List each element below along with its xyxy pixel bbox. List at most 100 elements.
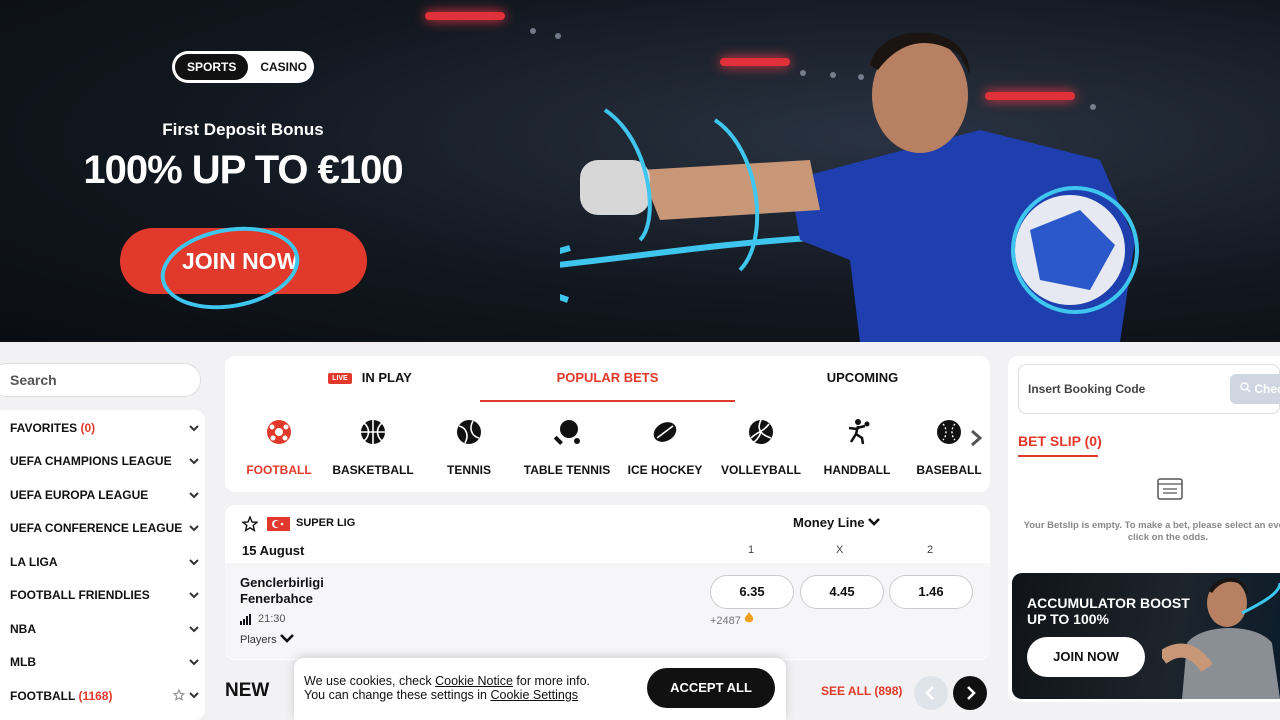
odds-col-2: 2 [927, 544, 934, 556]
league-item-friendlies[interactable]: FOOTBALL FRIENDLIES [10, 585, 200, 605]
sport-table-tennis[interactable]: TABLE TENNIS [519, 418, 615, 477]
handball-icon [848, 419, 870, 445]
sport-football[interactable]: FOOTBALL [231, 418, 327, 477]
betslip-underline [1018, 455, 1098, 457]
more-markets-count: +2487 [710, 615, 741, 627]
see-all-link[interactable]: SEE ALL (898) [821, 684, 902, 698]
sport-handball[interactable]: HANDBALL [809, 418, 905, 477]
odds-col-1: 1 [748, 544, 755, 556]
tab-upcoming[interactable]: UPCOMING [735, 370, 990, 385]
promo-title: ACCUMULATOR BOOST UP TO 100% [1027, 595, 1190, 627]
chevron-left-icon [925, 686, 934, 700]
league-label: UEFA CONFERENCE LEAGUE [10, 521, 183, 535]
sport-label: BASKETBALL [332, 463, 414, 477]
league-label: UEFA EUROPA LEAGUE [10, 488, 149, 502]
cookie-settings-link[interactable]: Cookie Settings [490, 688, 578, 702]
cookie-banner: We use cookies, check Cookie Notice for … [294, 658, 786, 720]
promo-title-line2: UP TO 100% [1027, 611, 1109, 627]
sport-ice-hockey[interactable]: ICE HOCKEY [617, 418, 713, 477]
hero-subtitle: First Deposit Bonus [162, 120, 324, 139]
tab-popular-bets[interactable]: POPULAR BETS [480, 370, 735, 385]
stadium-light [530, 28, 536, 34]
league-item-uel[interactable]: UEFA EUROPA LEAGUE [10, 485, 200, 505]
league-item-mlb[interactable]: MLB [10, 652, 200, 672]
league-label: LA LIGA [10, 555, 58, 569]
sport-basketball[interactable]: BASKETBALL [325, 418, 421, 477]
sports-casino-toggle[interactable]: SPORTS CASINO [172, 51, 314, 83]
star-outline-icon[interactable] [172, 688, 185, 701]
league-label: NBA [10, 622, 36, 636]
active-tab-indicator [480, 400, 735, 402]
match-card: SUPER LIG Money Line 15 August 1 X 2 Gen… [225, 505, 990, 660]
market-select[interactable]: Money Line [793, 515, 881, 530]
toggle-sports[interactable]: SPORTS [175, 54, 249, 80]
league-count: (0) [80, 421, 96, 435]
league-item-favorites[interactable]: FAVORITES (0) [10, 418, 200, 438]
prev-button[interactable] [914, 676, 948, 710]
league-label-text: FOOTBALL [10, 689, 76, 703]
basketball-icon [361, 420, 385, 444]
sport-label: HANDBALL [823, 463, 891, 477]
league-item-ucl[interactable]: UEFA CHAMPIONS LEAGUE [10, 451, 200, 471]
toggle-casino[interactable]: CASINO [248, 54, 319, 80]
sport-tennis[interactable]: TENNIS [421, 418, 517, 477]
stats-icon [240, 614, 251, 625]
market-label: Money Line [793, 515, 865, 530]
chevron-right-icon[interactable] [968, 428, 984, 448]
turkey-flag-icon [267, 517, 290, 531]
sport-label: ICE HOCKEY [627, 463, 703, 477]
betslip-empty-icon [1157, 478, 1183, 500]
check-label: Check [1254, 382, 1280, 396]
sport-label: BASEBALL [916, 463, 982, 477]
chevron-down-icon [189, 659, 199, 666]
match-time: 21:30 [258, 613, 286, 625]
live-badge: LIVE [328, 373, 352, 385]
accept-all-button[interactable]: ACCEPT ALL [647, 668, 775, 708]
star-outline-icon[interactable] [242, 516, 258, 532]
league-item-football[interactable]: FOOTBALL (1168) [10, 686, 200, 706]
chevron-down-icon [189, 592, 199, 599]
odds-button-draw[interactable]: 4.45 [800, 575, 884, 609]
search-input[interactable]: Search [0, 363, 201, 397]
betslip-title[interactable]: BET SLIP (0) [1018, 433, 1102, 449]
players-toggle[interactable]: Players [240, 633, 294, 646]
hero-title: 100% UP TO €100 [83, 148, 403, 192]
league-count: (1168) [78, 689, 113, 703]
next-button[interactable] [953, 676, 987, 710]
search-icon [1240, 382, 1251, 393]
player-illustration [560, 32, 1139, 342]
sports-tabs-panel: LIVE IN PLAY POPULAR BETS UPCOMING FOOTBA… [225, 356, 990, 492]
check-button[interactable]: Check [1230, 374, 1280, 404]
football-icon [267, 420, 291, 444]
league-list: FAVORITES (0) UEFA CHAMPIONS LEAGUE UEFA… [0, 410, 205, 720]
league-item-uecl[interactable]: UEFA CONFERENCE LEAGUE [10, 518, 200, 538]
promo-title-line1: ACCUMULATOR BOOST [1027, 595, 1190, 611]
league-item-laliga[interactable]: LA LIGA [10, 552, 200, 572]
hero-banner: SPORTS CASINO First Deposit Bonus 100% U… [0, 0, 1280, 342]
cookie-notice-link[interactable]: Cookie Notice [435, 674, 513, 688]
promo-player-image [1162, 577, 1280, 699]
chevron-down-icon [189, 525, 199, 532]
cookie-text: You can change these settings in [304, 688, 491, 702]
tab-in-play[interactable]: LIVE IN PLAY [310, 370, 430, 385]
accumulator-boost-promo[interactable]: ACCUMULATOR BOOST UP TO 100% JOIN NOW [1012, 573, 1280, 699]
fire-icon [744, 612, 754, 623]
league-label: FAVORITES (0) [10, 421, 95, 435]
new-section-title: NEW [225, 680, 270, 701]
sport-label: VOLLEYBALL [721, 463, 801, 477]
tab-label: IN PLAY [361, 370, 412, 385]
league-item-nba[interactable]: NBA [10, 619, 200, 639]
chevron-down-icon [189, 559, 199, 566]
more-markets[interactable]: +2487 [710, 612, 754, 627]
table-tennis-icon [553, 420, 580, 445]
odds-button-home[interactable]: 6.35 [710, 575, 794, 609]
sport-volleyball[interactable]: VOLLEYBALL [713, 418, 809, 477]
promo-join-button[interactable]: JOIN NOW [1027, 637, 1145, 677]
league-label: MLB [10, 655, 36, 669]
league-actions [172, 688, 200, 704]
chevron-down-icon [189, 691, 199, 698]
league-name: SUPER LIG [296, 517, 356, 529]
away-team: Fenerbahce [240, 591, 313, 606]
chevron-down-icon [189, 458, 199, 465]
odds-button-away[interactable]: 1.46 [889, 575, 973, 609]
